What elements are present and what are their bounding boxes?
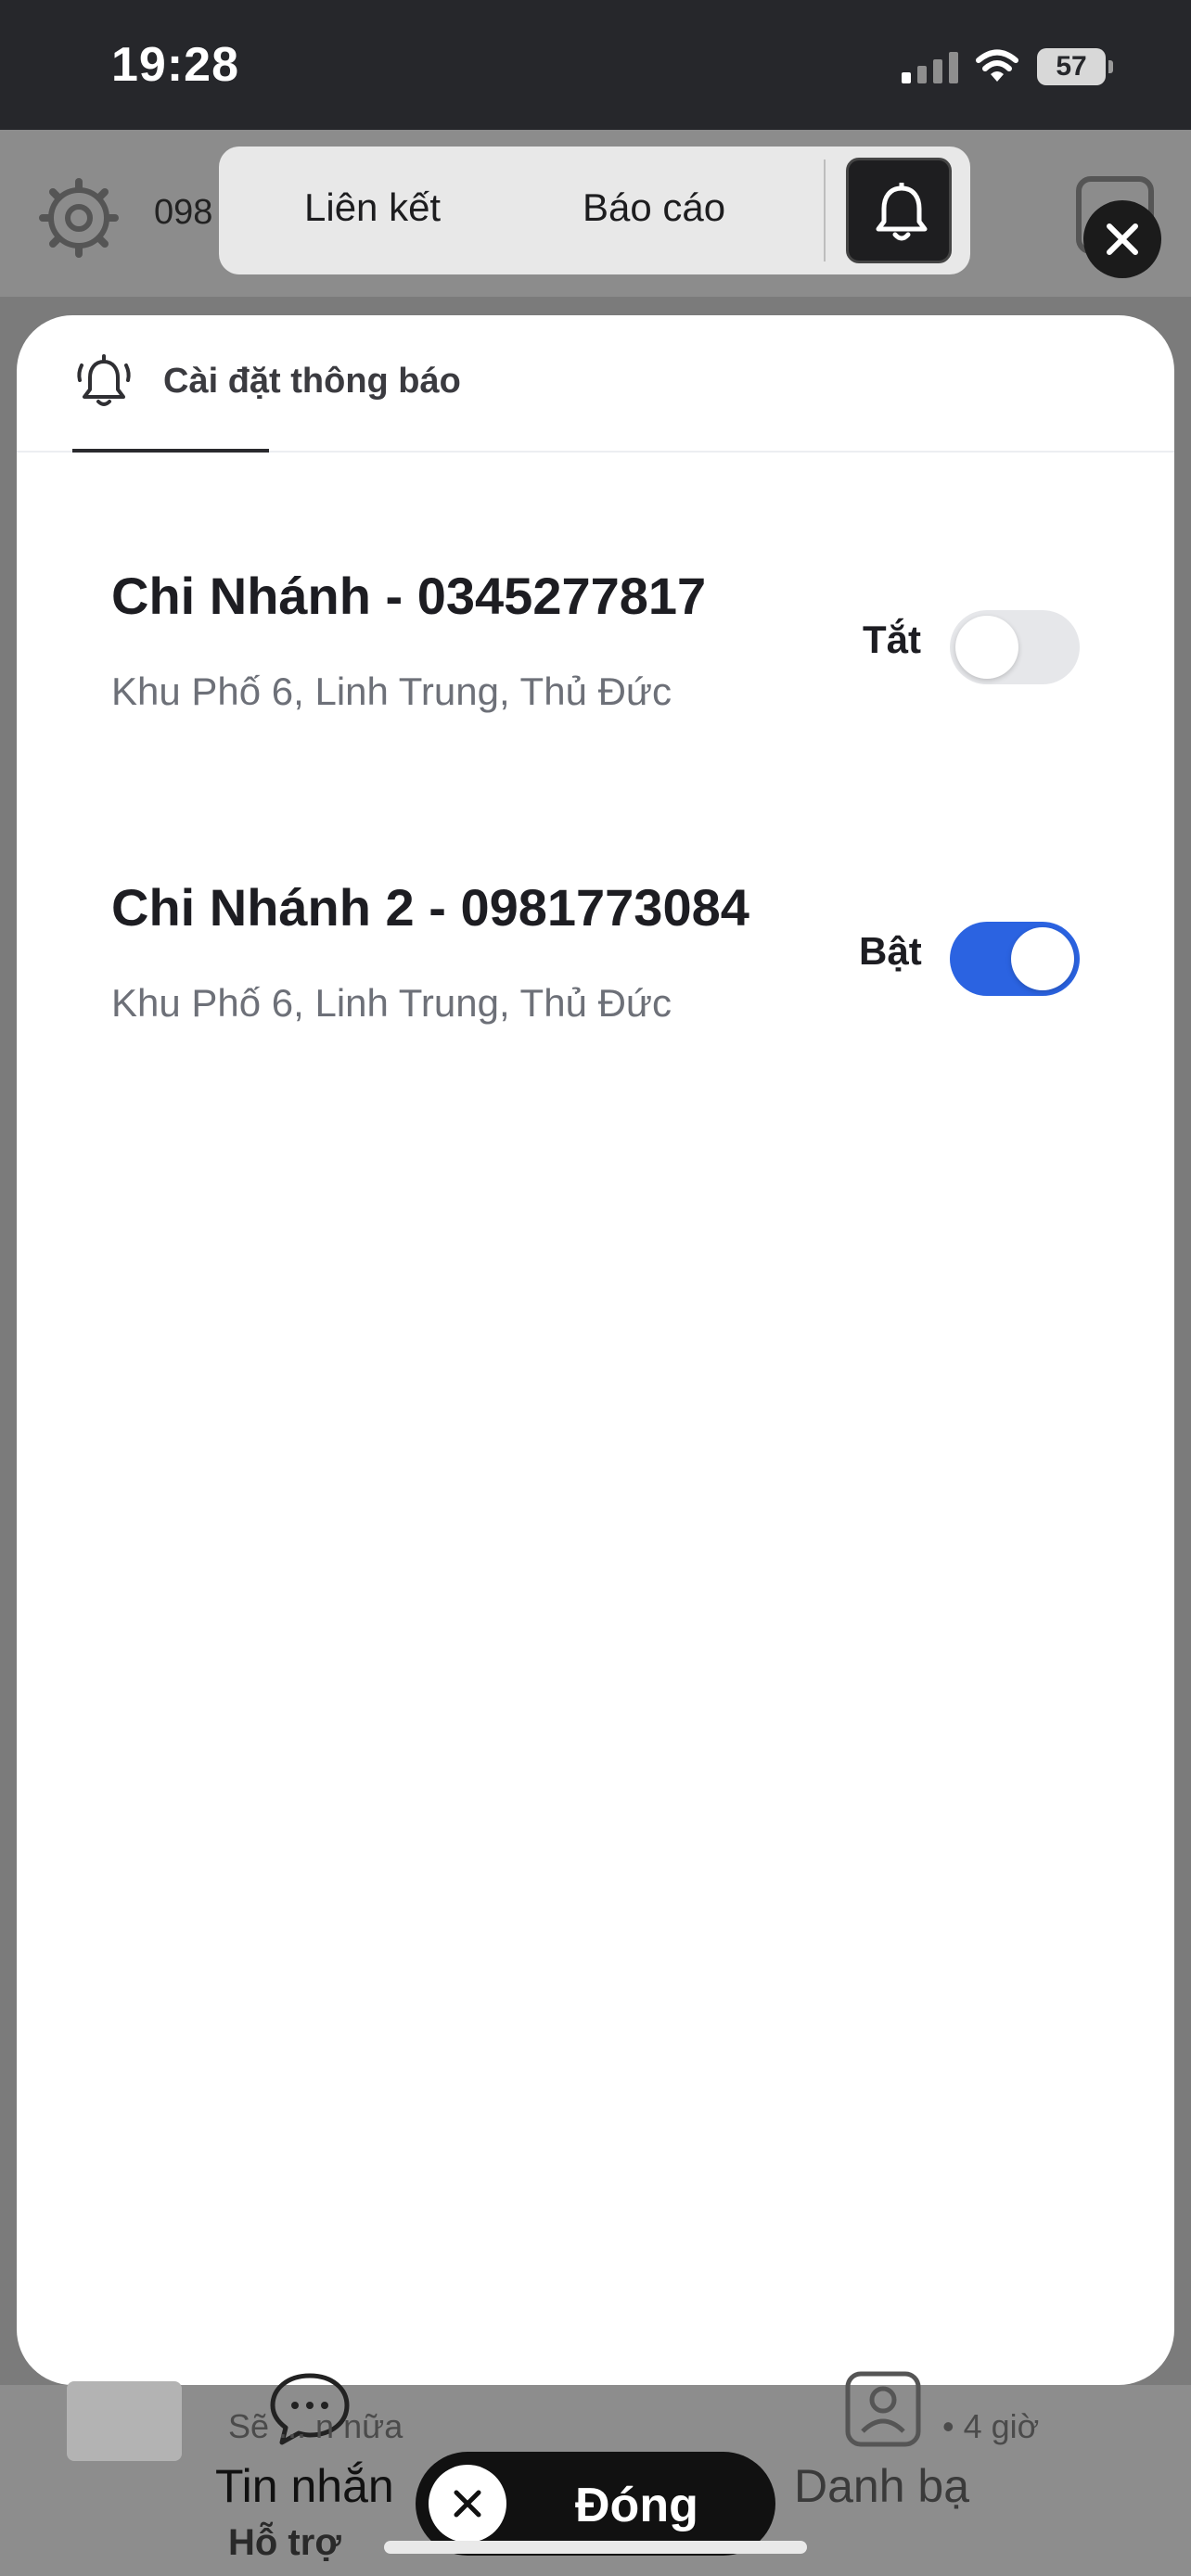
toggle-knob <box>1011 927 1074 990</box>
nav-messages[interactable]: Tin nhắn <box>215 2459 394 2513</box>
branch-address: Khu Phố 6, Linh Trung, Thủ Đức <box>111 981 672 1025</box>
background-time: • 4 giờ <box>942 2407 1040 2445</box>
tab-notification-settings[interactable]: Cài đặt thông báo <box>163 362 461 402</box>
toggle-knob <box>955 616 1018 679</box>
branch-address: Khu Phố 6, Linh Trung, Thủ Đức <box>111 670 672 713</box>
active-tab-indicator <box>72 449 269 453</box>
close-icon <box>454 2490 481 2518</box>
toggle-state-label: Tắt <box>863 618 921 661</box>
close-button-label: Đóng <box>575 2479 698 2532</box>
screen: 19:28 57 098 Liên kết Báo cáo Cài đặt th… <box>0 0 1191 2576</box>
status-bar: 19:28 57 <box>0 0 1191 130</box>
branch-item: Chi Nhánh - 0345277817 Khu Phố 6, Linh T… <box>111 566 1095 751</box>
background-phone: 098 <box>154 193 213 232</box>
gear-icon <box>39 178 119 258</box>
top-tab-bar: Liên kết Báo cáo <box>219 147 970 274</box>
nav-contacts[interactable]: Danh bạ <box>794 2459 969 2513</box>
contacts-icon <box>845 2371 921 2447</box>
notification-bell-button[interactable] <box>846 158 952 263</box>
status-time: 19:28 <box>111 38 239 92</box>
home-indicator[interactable] <box>384 2541 807 2554</box>
close-overlay-button[interactable] <box>1083 200 1161 278</box>
divider <box>824 159 826 261</box>
battery-icon: 57 <box>1037 48 1113 85</box>
bell-icon <box>876 183 928 241</box>
background-support: Hỗ trợ <box>228 2522 341 2563</box>
toggle-state-label: Bật <box>859 929 922 973</box>
branch-name: Chi Nhánh 2 - 0981773084 <box>111 878 749 937</box>
cellular-signal-icon <box>902 52 958 83</box>
close-icon <box>1107 223 1138 255</box>
branch-item: Chi Nhánh 2 - 0981773084 Khu Phố 6, Linh… <box>111 877 1095 1063</box>
tab-report[interactable]: Báo cáo <box>583 185 725 230</box>
notification-toggle[interactable] <box>950 610 1080 684</box>
wifi-icon <box>976 49 1018 82</box>
notification-toggle[interactable] <box>950 922 1080 996</box>
bell-ringing-icon <box>77 354 131 406</box>
close-circle <box>429 2465 506 2543</box>
battery-level: 57 <box>1056 51 1087 82</box>
tab-link[interactable]: Liên kết <box>304 185 441 230</box>
branch-name: Chi Nhánh - 0345277817 <box>111 567 707 625</box>
sheet-tab-bar: Cài đặt thông báo <box>17 315 1174 453</box>
background-subtitle: Sẽ ... n nữa <box>228 2407 403 2445</box>
clinic-logo <box>67 2381 182 2461</box>
notification-settings-sheet: Cài đặt thông báo Chi Nhánh - 0345277817… <box>17 315 1174 2385</box>
